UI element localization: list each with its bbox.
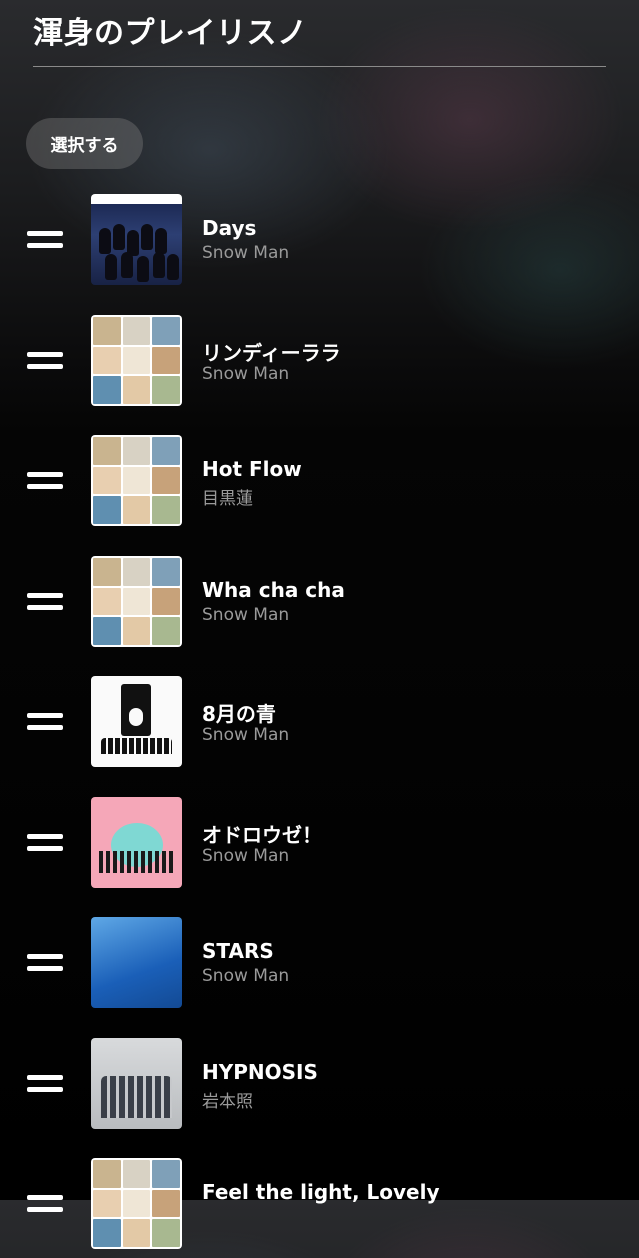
track-row[interactable]: Wha cha cha Snow Man xyxy=(0,556,639,656)
track-row[interactable]: Hot Flow 目黒蓮 xyxy=(0,435,639,535)
track-artist: Snow Man xyxy=(202,846,290,866)
track-title: Wha cha cha xyxy=(202,578,345,602)
track-row[interactable]: リンディーララ Snow Man xyxy=(0,315,639,415)
drag-handle-icon[interactable] xyxy=(27,713,63,730)
drag-handle-icon[interactable] xyxy=(27,834,63,851)
track-artist: Snow Man xyxy=(202,605,290,625)
track-title: STARS xyxy=(202,939,274,963)
track-artist: Snow Man xyxy=(202,725,290,745)
track-row[interactable]: Days Snow Man xyxy=(0,194,639,294)
track-title: Feel the light, Lovely xyxy=(202,1180,440,1204)
drag-handle-icon[interactable] xyxy=(27,472,63,489)
track-title: オドロウゼ！ xyxy=(202,823,322,847)
track-artist: 目黒蓮 xyxy=(202,489,253,509)
album-art xyxy=(91,435,182,526)
drag-handle-icon[interactable] xyxy=(27,954,63,971)
drag-handle-icon[interactable] xyxy=(27,352,63,369)
track-row[interactable]: 8月の青 Snow Man xyxy=(0,676,639,776)
album-art xyxy=(91,917,182,1008)
playlist-title: 渾身のプレイリスノ xyxy=(33,16,308,51)
track-artist: Snow Man xyxy=(202,364,290,384)
track-artist: Snow Man xyxy=(202,243,290,263)
album-art xyxy=(91,194,182,285)
track-title: 8月の青 xyxy=(202,702,276,726)
track-title: HYPNOSIS xyxy=(202,1060,318,1084)
track-title: Hot Flow xyxy=(202,457,302,481)
drag-handle-icon[interactable] xyxy=(27,231,63,248)
playlist-header: 渾身のプレイリスノ xyxy=(33,0,606,67)
track-title: リンディーララ xyxy=(202,341,341,365)
drag-handle-icon[interactable] xyxy=(27,1075,63,1092)
album-art xyxy=(91,1158,182,1249)
track-title: Days xyxy=(202,216,257,240)
drag-handle-icon[interactable] xyxy=(27,593,63,610)
track-row[interactable]: STARS Snow Man xyxy=(0,917,639,1017)
track-row[interactable]: オドロウゼ！ Snow Man xyxy=(0,797,639,897)
track-artist: 岩本照 xyxy=(202,1092,253,1112)
select-button[interactable]: 選択する xyxy=(26,118,143,169)
drag-handle-icon[interactable] xyxy=(27,1195,63,1212)
album-art xyxy=(91,1038,182,1129)
track-row[interactable]: Feel the light, Lovely xyxy=(0,1158,639,1258)
track-row[interactable]: HYPNOSIS 岩本照 xyxy=(0,1038,639,1138)
album-art xyxy=(91,676,182,767)
track-artist: Snow Man xyxy=(202,966,290,986)
album-art xyxy=(91,556,182,647)
album-art xyxy=(91,797,182,888)
album-art xyxy=(91,315,182,406)
